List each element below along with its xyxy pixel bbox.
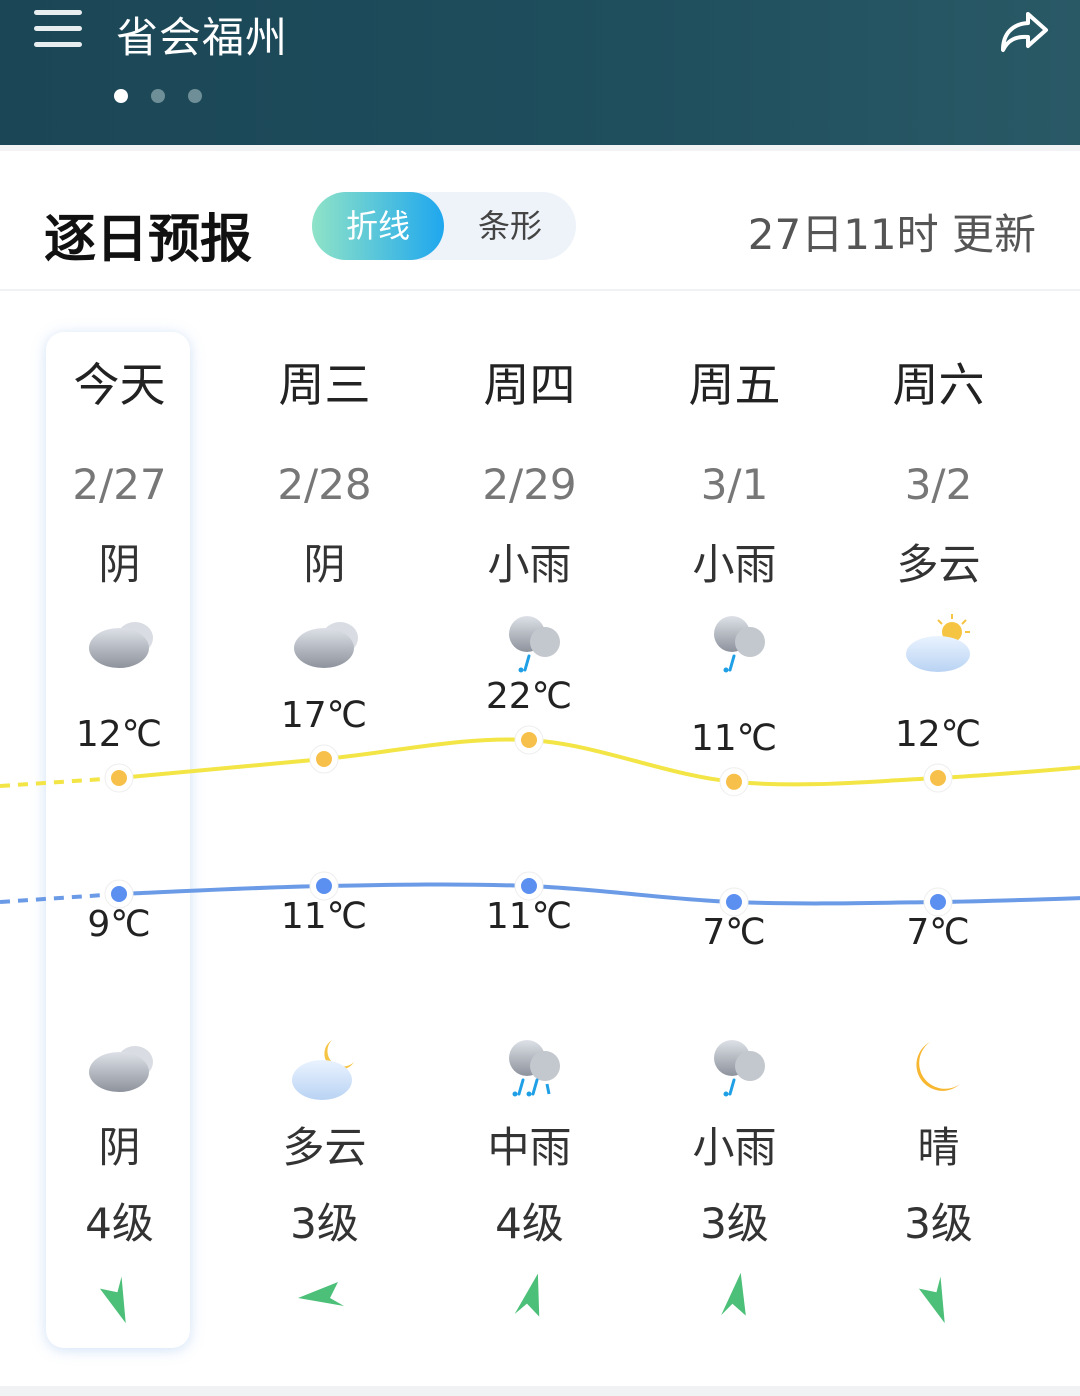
low-point (930, 894, 946, 910)
high-point (521, 732, 537, 748)
light-rain-icon (509, 616, 560, 673)
high-temp-label: 12℃ (75, 714, 163, 755)
low-point (726, 894, 742, 910)
low-temp-label: 7℃ (906, 912, 970, 953)
low-line-previous (0, 892, 120, 904)
low-temp-label: 11℃ (280, 896, 368, 937)
clear-night-icon (916, 1042, 960, 1091)
high-line-previous (0, 776, 120, 788)
overcast-icon (294, 622, 358, 668)
footer-divider (0, 1386, 1080, 1396)
high-point (726, 773, 742, 790)
wind-direction-icon (99, 1276, 126, 1324)
high-temp-label: 17℃ (280, 695, 368, 736)
low-point (316, 878, 332, 894)
overcast-icon (89, 622, 153, 668)
high-temp-label: 22℃ (485, 676, 573, 717)
low-temp-label: 9℃ (87, 904, 151, 945)
high-temp-label: 11℃ (690, 717, 778, 759)
wind-direction-icon (298, 1282, 344, 1306)
light-rain-icon (714, 616, 765, 673)
overcast-icon (89, 1046, 153, 1092)
low-point (111, 886, 127, 902)
wind-direction-icon (918, 1276, 945, 1324)
low-point (521, 878, 537, 894)
high-point (316, 751, 332, 767)
low-temp-label: 11℃ (485, 896, 573, 937)
cloudy-night-icon (292, 1040, 354, 1100)
wind-direction-icon (514, 1273, 540, 1317)
moderate-rain-icon (509, 1040, 560, 1097)
light-rain-icon (714, 1040, 765, 1097)
wind-direction-icon (721, 1272, 746, 1316)
high-point (111, 770, 127, 786)
low-temp-label: 7℃ (702, 912, 766, 953)
partly-cloudy-icon (906, 614, 970, 672)
high-temp-label: 12℃ (894, 714, 982, 755)
high-point (930, 770, 946, 786)
